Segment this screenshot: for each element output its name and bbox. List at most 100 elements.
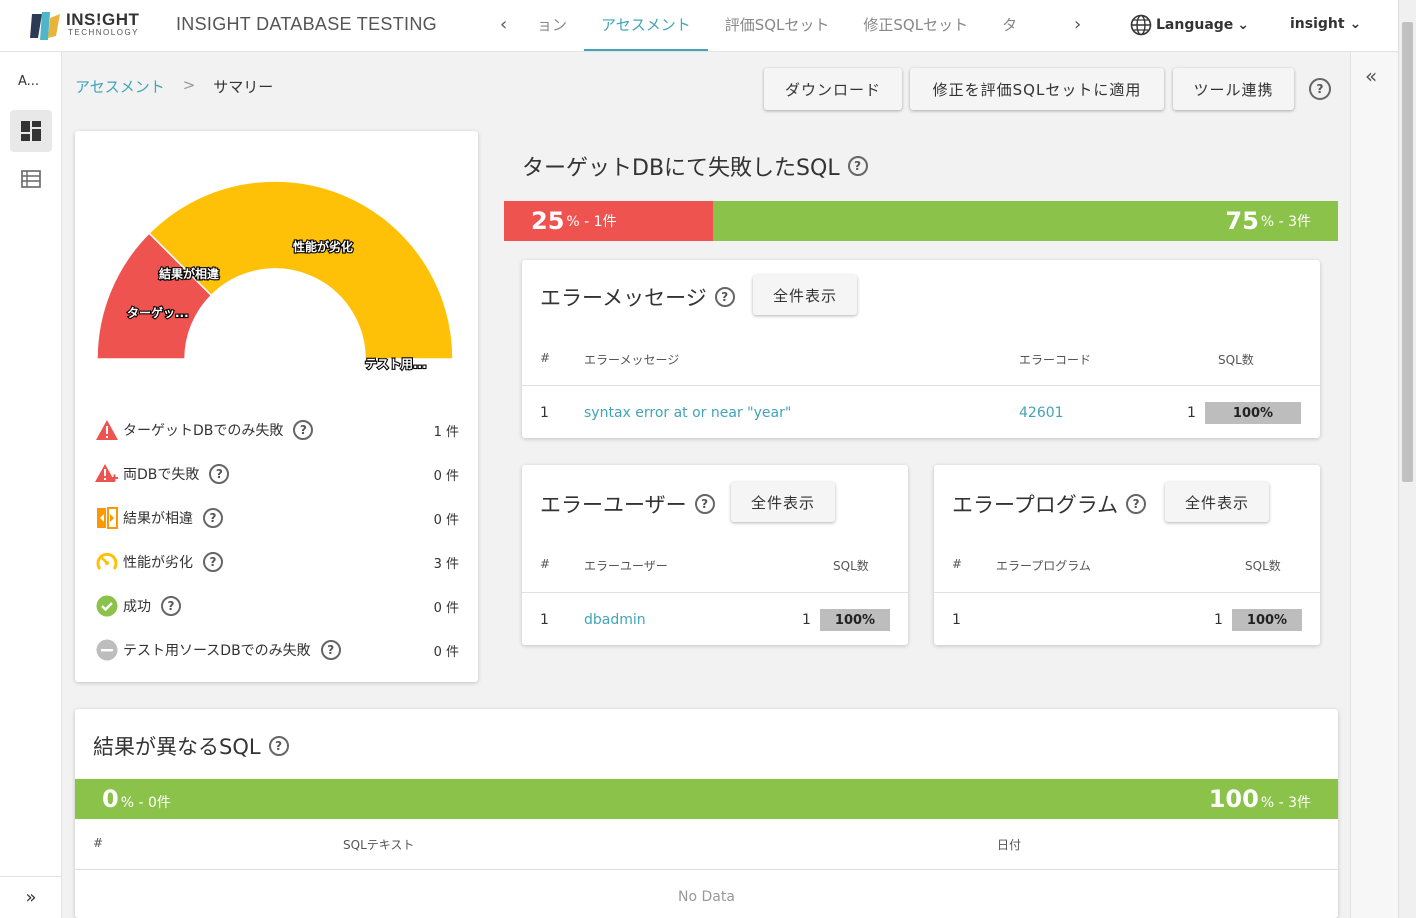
legend-label: 両DBで失敗	[123, 467, 200, 483]
same-part: 100% - 3件	[1209, 785, 1311, 813]
help-icon[interactable]: ?	[203, 552, 223, 572]
help-icon[interactable]: ?	[1309, 78, 1331, 100]
sql-count: 1	[1187, 405, 1196, 421]
logo-text: INS!GHT	[66, 10, 140, 29]
tab-fix-sqlset[interactable]: 修正SQLセット	[846, 0, 985, 51]
legend-row-both-fail[interactable]: 両DBで失敗 ? 0 件	[95, 459, 463, 489]
gauge-label-perf: 性能が劣化	[292, 239, 353, 254]
column-header-message[interactable]: エラーメッセージ	[584, 351, 679, 368]
help-icon[interactable]: ?	[161, 596, 181, 616]
column-header-num: #	[952, 557, 963, 571]
page-scrollbar[interactable]	[1398, 0, 1416, 918]
legend-count: 3 件	[433, 556, 459, 572]
tab-next[interactable]: タ	[985, 0, 1034, 51]
tab-scroll-left-button[interactable]: ‹	[500, 14, 507, 35]
sql-count: 1	[802, 612, 811, 628]
diff-percent: 0	[102, 785, 119, 813]
globe-icon	[1130, 14, 1152, 36]
breadcrumb-separator: >	[182, 76, 196, 94]
tool-integration-button[interactable]: ツール連携	[1173, 68, 1294, 110]
column-header-num: #	[540, 557, 551, 571]
legend-count: 1 件	[433, 424, 459, 440]
table-divider	[522, 592, 908, 593]
show-all-error-messages-button[interactable]: 全件表示	[753, 275, 857, 315]
row-num: 1	[540, 405, 549, 421]
diff-count: % - 0件	[120, 795, 171, 811]
legend-label: 性能が劣化	[123, 555, 193, 571]
help-icon[interactable]: ?	[1126, 494, 1147, 514]
table-divider	[522, 385, 1320, 386]
show-all-error-users-button[interactable]: 全件表示	[731, 482, 835, 522]
ok-percent: 75	[1225, 207, 1259, 235]
row-num: 1	[540, 612, 549, 628]
legend-label: ターゲットDBでのみ失敗	[123, 423, 284, 439]
error-user-card: エラーユーザー ? 全件表示 # エラーユーザー SQL数 1 dbadmin …	[522, 465, 908, 645]
column-header-user[interactable]: エラーユーザー	[584, 557, 668, 574]
column-header-sqlcount[interactable]: SQL数	[1245, 557, 1281, 574]
diff-result-title: 結果が異なるSQL ?	[93, 731, 289, 761]
tab-configuration[interactable]: ョン	[520, 0, 584, 51]
expand-right-panel-button[interactable]: «	[1365, 64, 1377, 88]
help-icon[interactable]: ?	[209, 464, 230, 484]
breadcrumb-current: サマリー	[213, 78, 274, 96]
legend-row-success[interactable]: 成功 ? 0 件	[95, 591, 463, 621]
error-user-link[interactable]: dbadmin	[584, 612, 646, 628]
failed-sql-ratio-bar: 25% - 1件 75% - 3件	[504, 201, 1338, 241]
download-button[interactable]: ダウンロード	[764, 68, 902, 110]
warning-icon	[95, 418, 119, 442]
ratio-segment-same[interactable]: 0% - 0件 100% - 3件	[75, 779, 1338, 819]
help-icon[interactable]: ?	[714, 287, 735, 307]
tab-scroll-right-button[interactable]: ›	[1074, 14, 1081, 35]
same-percent: 100	[1208, 785, 1259, 813]
sidebar-item-dashboard[interactable]	[10, 110, 52, 152]
logo-subtext: TECHNOLOGY	[68, 28, 140, 37]
legend-row-testsrc-fail[interactable]: テスト用ソースDBでのみ失敗 ? 0 件	[95, 635, 463, 665]
speedometer-icon	[95, 550, 119, 574]
column-header-sqlcount[interactable]: SQL数	[833, 557, 869, 574]
tab-eval-sqlset[interactable]: 評価SQLセット	[708, 0, 847, 51]
column-header-date[interactable]: 日付	[997, 836, 1021, 853]
table-divider	[75, 869, 1338, 870]
help-icon[interactable]: ?	[268, 736, 289, 756]
legend-label: 結果が相違	[123, 511, 193, 527]
fail-percent: 25	[531, 207, 565, 235]
error-code-link[interactable]: 42601	[1019, 405, 1064, 421]
column-header-program[interactable]: エラープログラム	[996, 557, 1091, 574]
column-header-sqlcount[interactable]: SQL数	[1218, 351, 1254, 368]
no-data-text: No Data	[678, 889, 735, 905]
error-message-link[interactable]: syntax error at or near "year"	[584, 405, 791, 421]
column-header-num: #	[93, 836, 104, 850]
apply-fix-button[interactable]: 修正を評価SQLセットに適用	[910, 68, 1164, 110]
language-menu[interactable]: Language ⌄	[1130, 14, 1249, 36]
error-user-title-text: エラーユーザー	[540, 493, 687, 517]
legend-row-result-diff[interactable]: 結果が相違 ? 0 件	[95, 503, 463, 533]
expand-sidebar-button[interactable]: »	[0, 876, 62, 918]
column-header-sqltext[interactable]: SQLテキスト	[343, 836, 414, 853]
help-icon[interactable]: ?	[293, 420, 314, 440]
scrollbar-thumb[interactable]	[1402, 22, 1413, 482]
help-icon[interactable]: ?	[694, 494, 715, 514]
user-menu[interactable]: insight ⌄	[1290, 16, 1361, 32]
right-panel: «	[1350, 52, 1398, 918]
legend-row-target-fail[interactable]: ターゲットDBでのみ失敗 ? 1 件	[95, 415, 463, 445]
ratio-segment-fail[interactable]: 25% - 1件	[504, 201, 713, 241]
breadcrumb: アセスメント > サマリー	[75, 76, 273, 97]
help-icon[interactable]: ?	[203, 508, 223, 528]
chevron-down-icon: ⌄	[1349, 16, 1362, 32]
sidebar-item-list[interactable]	[10, 158, 52, 200]
help-icon[interactable]: ?	[847, 156, 868, 176]
ratio-segment-ok[interactable]: 75% - 3件	[713, 201, 1338, 241]
tab-assessment[interactable]: アセスメント	[584, 0, 708, 51]
sidebar-project-abbr[interactable]: A...	[18, 74, 39, 89]
show-all-error-programs-button[interactable]: 全件表示	[1165, 482, 1269, 522]
table-divider	[934, 592, 1320, 593]
status-gauge-chart: ターゲッ... 結果が相違 性能が劣化 テスト用...	[96, 180, 454, 372]
sql-percent-badge: 100%	[820, 609, 890, 631]
help-icon[interactable]: ?	[320, 640, 341, 660]
diff-part: 0% - 0件	[102, 785, 171, 813]
column-header-code[interactable]: エラーコード	[1019, 351, 1091, 368]
legend-row-perf-degrade[interactable]: 性能が劣化 ? 3 件	[95, 547, 463, 577]
breadcrumb-assessment-link[interactable]: アセスメント	[75, 76, 165, 97]
compare-icon	[95, 506, 119, 530]
row-num: 1	[952, 612, 961, 628]
